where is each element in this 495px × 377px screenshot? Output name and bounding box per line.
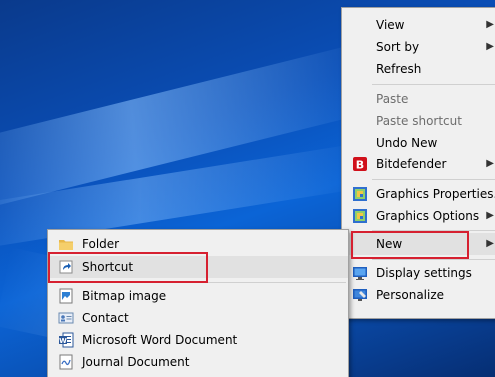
menu-item-personalize[interactable]: Personalize: [342, 284, 495, 306]
intel-graphics-icon: [353, 187, 367, 201]
intel-graphics-icon: [353, 209, 367, 223]
submenu-arrow-icon: ▶: [486, 19, 494, 30]
menu-item-label: Refresh: [376, 62, 422, 76]
submenu-arrow-icon: ▶: [486, 238, 494, 249]
menu-item-label: Display settings: [376, 266, 472, 280]
menu-item-label: Personalize: [376, 288, 445, 302]
new-highlight-box: [351, 231, 469, 259]
folder-icon: [59, 240, 73, 250]
menu-separator: [372, 179, 495, 180]
menu-item-paste[interactable]: Paste: [342, 88, 495, 110]
menu-item-view[interactable]: View ▶: [342, 14, 495, 36]
bitmap-icon: [59, 288, 73, 304]
menu-item-label: Paste: [376, 92, 409, 106]
menu-item-label: Undo New: [376, 136, 438, 150]
menu-separator: [372, 84, 495, 85]
menu-item-label: Microsoft Word Document: [82, 333, 238, 347]
personalize-icon: [353, 289, 367, 301]
menu-item-label: Contact: [82, 311, 129, 325]
menu-item-label: Bitmap image: [82, 289, 167, 303]
menu-item-undo-new[interactable]: Undo New: [342, 132, 495, 154]
journal-icon: [59, 354, 73, 370]
desktop-background[interactable]: View ▶ Sort by ▶ Refresh Paste Paste sho…: [0, 0, 495, 377]
menu-item-label: View: [376, 18, 405, 32]
display-icon: [353, 267, 367, 280]
menu-item-display-settings[interactable]: Display settings: [342, 262, 495, 284]
menu-item-label: Sort by: [376, 40, 420, 54]
menu-item-label: Journal Document: [82, 355, 190, 369]
bitdefender-icon: B: [353, 157, 367, 172]
menu-item-label: Graphics Properties...: [376, 187, 495, 201]
submenu-item-journal-document[interactable]: Journal Document: [48, 351, 348, 373]
submenu-arrow-icon: ▶: [486, 158, 494, 169]
menu-item-paste-shortcut[interactable]: Paste shortcut: [342, 110, 495, 132]
desktop-context-menu: View ▶ Sort by ▶ Refresh Paste Paste sho…: [341, 7, 495, 319]
menu-item-sort-by[interactable]: Sort by ▶: [342, 36, 495, 58]
svg-text:W: W: [59, 337, 67, 345]
menu-item-bitdefender[interactable]: B Bitdefender ▶: [342, 153, 495, 175]
submenu-item-bitmap-image[interactable]: Bitmap image: [48, 285, 348, 307]
submenu-item-contact[interactable]: Contact: [48, 307, 348, 329]
submenu-item-word-document[interactable]: W Microsoft Word Document: [48, 329, 348, 351]
word-icon: W: [59, 332, 74, 348]
submenu-item-more[interactable]: [48, 373, 348, 377]
menu-item-graphics-options[interactable]: Graphics Options ▶: [342, 205, 495, 227]
contact-icon: [58, 312, 74, 324]
menu-separator: [372, 259, 495, 260]
shortcut-highlight-box: [48, 252, 208, 283]
menu-item-label: Paste shortcut: [376, 114, 462, 128]
menu-item-graphics-properties[interactable]: Graphics Properties...: [342, 183, 495, 205]
menu-item-label: Bitdefender: [376, 157, 447, 171]
menu-item-refresh[interactable]: Refresh: [342, 58, 495, 80]
svg-text:B: B: [356, 159, 364, 172]
submenu-arrow-icon: ▶: [486, 41, 494, 52]
menu-item-label: Graphics Options: [376, 209, 480, 223]
submenu-arrow-icon: ▶: [486, 210, 494, 221]
